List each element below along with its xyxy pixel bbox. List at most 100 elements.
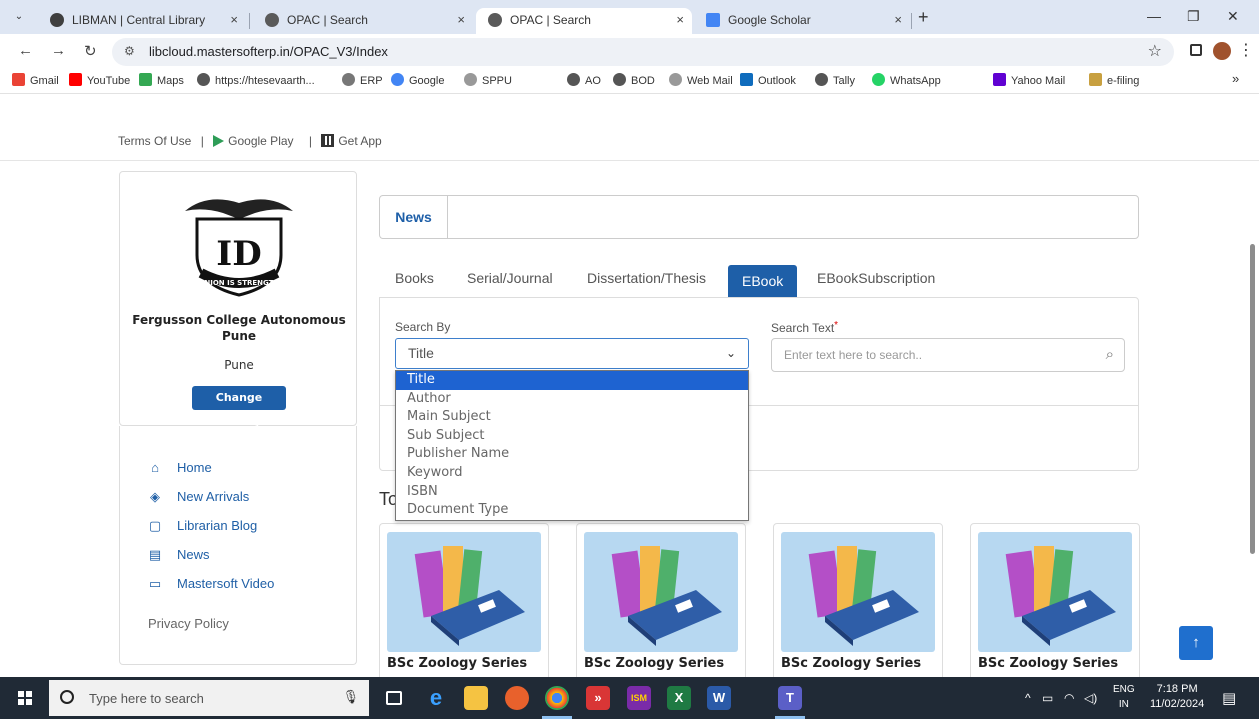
language-indicator[interactable]: ENG IN <box>1113 682 1135 712</box>
bookmark-gmail[interactable]: Gmail <box>12 73 59 87</box>
dropdown-option-title[interactable]: Title <box>396 371 748 390</box>
bookmark-youtube[interactable]: YouTube <box>69 73 130 87</box>
sidebar-item-mastersoft-video[interactable]: ▭ Mastersoft Video <box>148 576 274 592</box>
tab-title: OPAC | Search <box>510 13 591 27</box>
dropdown-option-keyword[interactable]: Keyword <box>396 464 748 483</box>
bookmark-maps[interactable]: Maps <box>139 73 184 87</box>
search-text-label: Search Text* <box>771 320 839 335</box>
back-icon[interactable]: ← <box>18 42 33 59</box>
bookmark-yahoo-mail[interactable]: Yahoo Mail <box>993 73 1065 87</box>
search-icon[interactable]: ⌕ <box>1106 339 1114 371</box>
required-mark: * <box>834 320 839 331</box>
anydesk-icon[interactable]: » <box>586 686 610 710</box>
tab-serial-journal[interactable]: Serial/Journal <box>467 270 553 286</box>
tab-opac-search-2[interactable]: OPAC | Search × <box>476 8 692 34</box>
book-card[interactable]: BSc Zoology Series <box>576 523 746 677</box>
book-card[interactable]: BSc Zoology Series <box>773 523 943 677</box>
privacy-policy-link[interactable]: Privacy Policy <box>148 616 229 631</box>
book-card[interactable]: BSc Zoology Series <box>970 523 1140 677</box>
bookmark-efiling[interactable]: e-filing <box>1089 73 1139 87</box>
new-tab-button[interactable]: + <box>918 7 929 28</box>
bookmark-tally[interactable]: Tally <box>815 73 855 87</box>
bookmark-whatsapp[interactable]: WhatsApp <box>872 73 941 87</box>
firefox-icon[interactable] <box>505 686 529 710</box>
menu-dots-icon[interactable]: ⋮ <box>1238 40 1254 60</box>
tab-ebook-subscription[interactable]: EBookSubscription <box>817 270 935 286</box>
close-icon[interactable]: × <box>230 8 238 32</box>
books-illustration-icon <box>1005 546 1116 646</box>
dropdown-option-main-subject[interactable]: Main Subject <box>396 408 748 427</box>
edge-icon[interactable]: e <box>424 686 448 710</box>
network-icon[interactable]: ▭ <box>1042 691 1053 705</box>
close-icon[interactable]: × <box>457 8 465 32</box>
tab-ebook[interactable]: EBook <box>728 265 798 297</box>
bookmark-star-icon[interactable]: ☆ <box>1148 41 1162 61</box>
microphone-icon[interactable]: 🎙 <box>342 689 359 705</box>
tab-opac-search-1[interactable]: OPAC | Search × <box>253 8 473 34</box>
change-library-button[interactable]: Change Library <box>192 386 286 428</box>
dropdown-option-publisher-name[interactable]: Publisher Name <box>396 445 748 464</box>
task-view-icon[interactable] <box>386 691 402 705</box>
bookmark-google[interactable]: Google <box>391 73 444 87</box>
chrome-icon[interactable] <box>545 686 569 710</box>
notification-icon[interactable]: ▤ <box>1222 689 1236 707</box>
library-name: Fergusson College Autonomous Pune <box>132 313 346 343</box>
excel-icon[interactable]: X <box>667 686 691 710</box>
bookmark-htesevaarth[interactable]: https://htesevaarth... <box>197 73 315 87</box>
sidebar-item-news[interactable]: ▤ News <box>148 547 210 563</box>
dropdown-option-author[interactable]: Author <box>396 390 748 409</box>
tab-search-chevron-icon[interactable]: ⌄ <box>12 10 26 24</box>
bookmarks-overflow-icon[interactable]: » <box>1232 71 1239 86</box>
taskbar-search-input[interactable]: Type here to search 🎙 <box>49 680 369 716</box>
sidebar-item-home[interactable]: ⌂ Home <box>148 460 212 475</box>
page-scrollbar[interactable] <box>1250 244 1255 554</box>
sidebar-item-new-arrivals[interactable]: ◈ New Arrivals <box>148 489 249 505</box>
dropdown-option-document-type[interactable]: Document Type <box>396 501 748 520</box>
ism-icon[interactable]: ISM <box>627 686 651 710</box>
tab-title: Google Scholar <box>728 13 811 27</box>
scroll-to-top-button[interactable]: ↑ <box>1179 626 1213 660</box>
sidebar-item-librarian-blog[interactable]: ▢ Librarian Blog <box>148 518 257 534</box>
sidepanel-icon[interactable] <box>1190 44 1202 56</box>
teams-icon[interactable]: T <box>778 686 802 710</box>
bookmark-outlook[interactable]: Outlook <box>740 73 796 87</box>
forward-icon[interactable]: → <box>51 42 66 59</box>
google-play-link[interactable]: Google Play <box>213 134 299 148</box>
tab-news[interactable]: News <box>380 196 448 238</box>
site-info-icon[interactable]: ⚙ <box>124 44 135 58</box>
bookmark-bod[interactable]: BOD <box>613 73 655 87</box>
file-explorer-icon[interactable] <box>464 686 488 710</box>
windows-start-icon[interactable] <box>18 691 32 705</box>
restore-icon[interactable]: ❐ <box>1187 8 1200 25</box>
tab-separator <box>911 13 912 29</box>
search-by-select[interactable]: Title ⌄ <box>395 338 749 369</box>
address-input[interactable]: ⚙ libcloud.mastersofterp.in/OPAC_V3/Inde… <box>112 38 1174 66</box>
window-close-icon[interactable]: ✕ <box>1227 8 1239 25</box>
tray-chevron-icon[interactable]: ^ <box>1025 691 1031 705</box>
book-card[interactable]: BSc Zoology Series <box>379 523 549 677</box>
search-by-label: Search By <box>395 320 451 334</box>
terms-of-use-link[interactable]: Terms Of Use <box>118 134 191 148</box>
get-app-link[interactable]: Get App <box>321 134 387 148</box>
profile-avatar[interactable] <box>1213 42 1231 60</box>
taskbar-clock[interactable]: 7:18 PM 11/02/2024 <box>1150 682 1204 712</box>
tab-dissertation-thesis[interactable]: Dissertation/Thesis <box>587 270 706 286</box>
minimize-icon[interactable]: — <box>1147 8 1161 24</box>
volume-icon[interactable]: ◁) <box>1084 691 1097 705</box>
bookmark-webmail[interactable]: Web Mail <box>669 73 733 87</box>
wifi-icon[interactable]: ◠ <box>1064 691 1074 705</box>
bookmark-sppu[interactable]: SPPU <box>464 73 512 87</box>
bookmark-erp[interactable]: ERP <box>342 73 383 87</box>
close-icon[interactable]: × <box>676 8 684 32</box>
tab-libman[interactable]: LIBMAN | Central Library × <box>38 8 246 34</box>
close-icon[interactable]: × <box>894 8 902 32</box>
tab-google-scholar[interactable]: Google Scholar × <box>694 8 910 34</box>
search-text-input[interactable]: Enter text here to search.. ⌕ <box>771 338 1125 372</box>
tab-books[interactable]: Books <box>395 270 434 286</box>
dropdown-option-sub-subject[interactable]: Sub Subject <box>396 427 748 446</box>
dropdown-option-isbn[interactable]: ISBN <box>396 483 748 502</box>
reload-icon[interactable]: ↻ <box>84 42 97 60</box>
word-icon[interactable]: W <box>707 686 731 710</box>
bookmark-ao[interactable]: AO <box>567 73 601 87</box>
maps-icon <box>139 73 152 86</box>
